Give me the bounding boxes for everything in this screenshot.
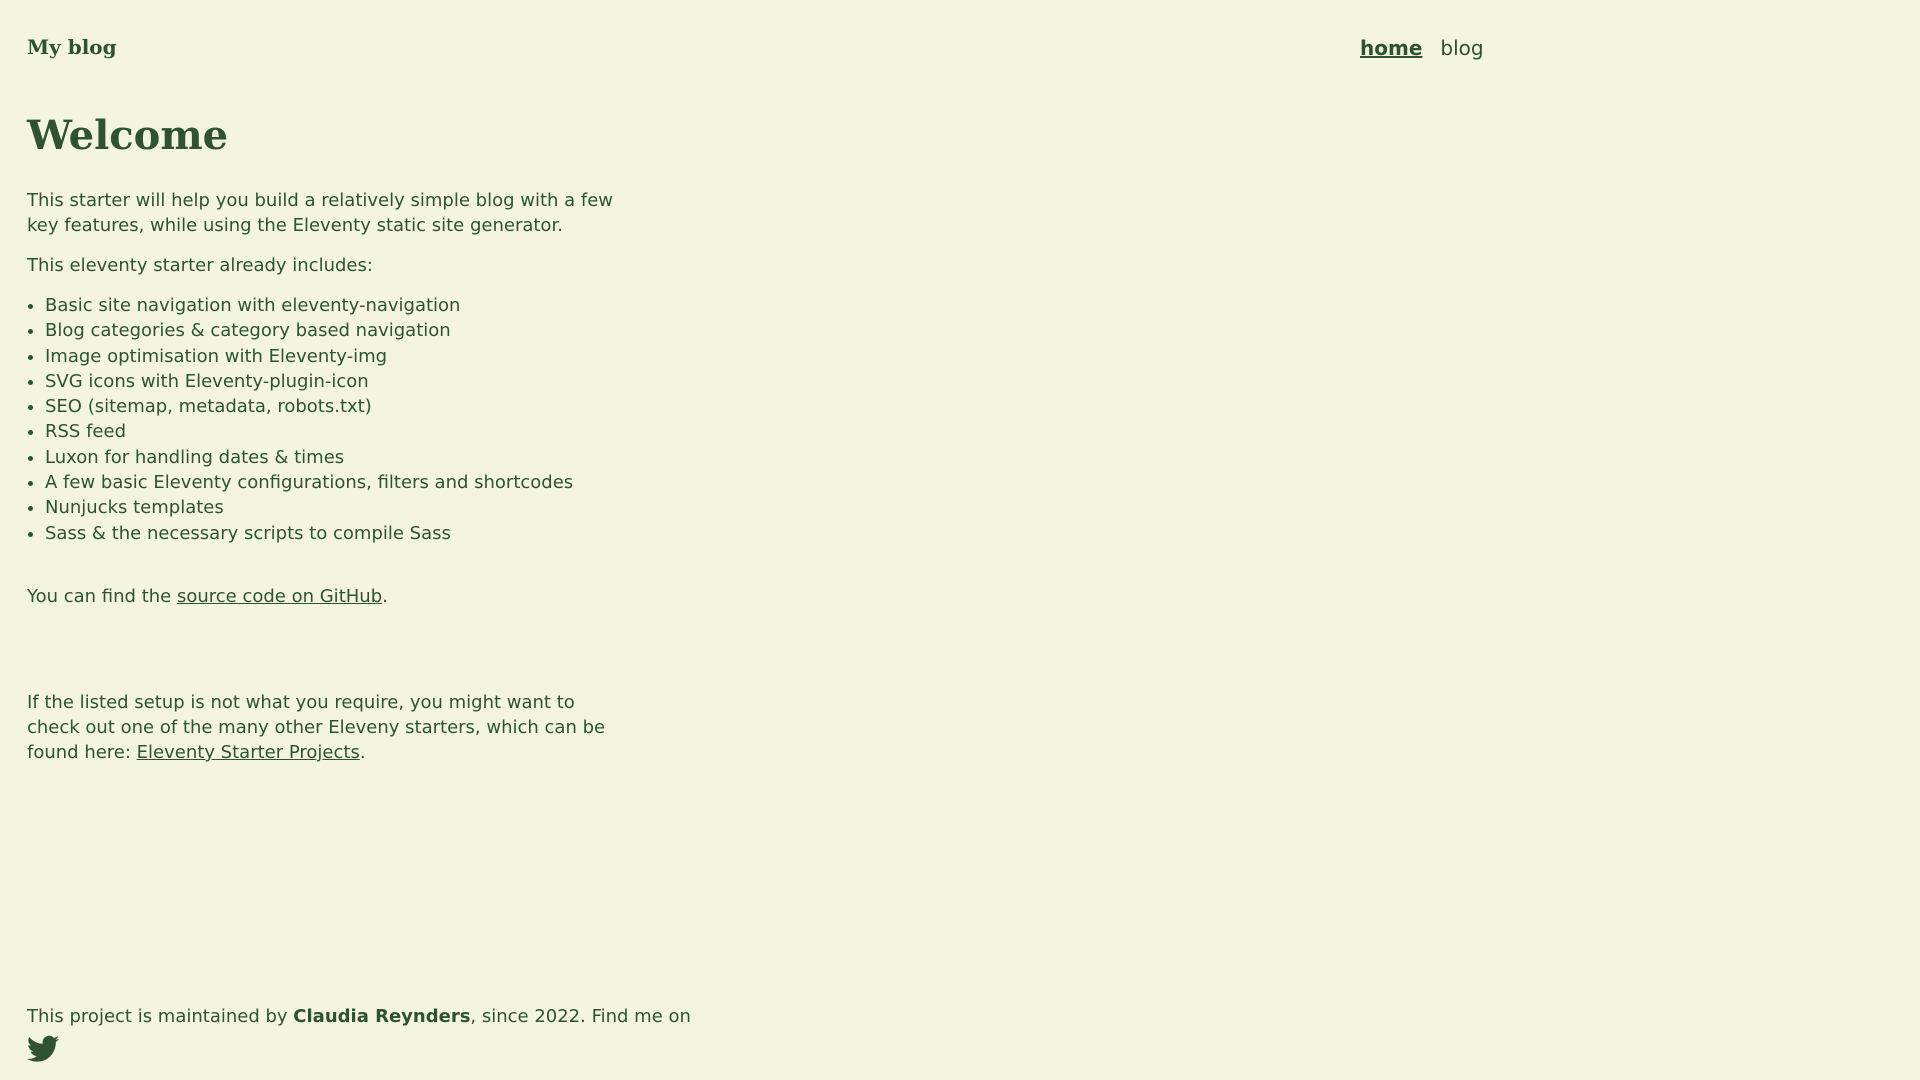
feature-item: Image optimisation with Eleventy-img <box>45 344 627 369</box>
feature-item: Sass & the necessary scripts to compile … <box>45 521 627 546</box>
feature-item: RSS feed <box>45 419 627 444</box>
source-suffix: . <box>382 585 388 607</box>
feature-list: Basic site navigation with eleventy-navi… <box>27 293 627 546</box>
footer-text: This project is maintained by Claudia Re… <box>27 1004 691 1029</box>
footer-suffix: , since 2022. Find me on <box>470 1006 691 1027</box>
other-starters-suffix: . <box>359 741 366 763</box>
site-title[interactable]: My blog <box>27 35 117 59</box>
feature-item: Basic site navigation with eleventy-navi… <box>45 293 627 318</box>
nav-blog-link[interactable]: blog <box>1440 36 1483 60</box>
main-nav: home blog <box>1360 36 1484 60</box>
footer-prefix: This project is maintained by <box>27 1006 294 1027</box>
other-starters-paragraph: If the listed setup is not what you requ… <box>27 690 627 765</box>
page-title: Welcome <box>27 112 229 159</box>
feature-item: SVG icons with Eleventy-plugin-icon <box>45 369 627 394</box>
page: My blog home blog Welcome This starter w… <box>0 0 1920 1080</box>
nav-home-link[interactable]: home <box>1360 36 1422 60</box>
site-footer: This project is maintained by Claudia Re… <box>27 1004 691 1063</box>
feature-item: Blog categories & category based navigat… <box>45 318 627 343</box>
feature-item: Nunjucks templates <box>45 495 627 520</box>
feature-item: A few basic Eleventy configurations, fil… <box>45 470 627 495</box>
feature-item: Luxon for handling dates & times <box>45 445 627 470</box>
feature-item: SEO (sitemap, metadata, robots.txt) <box>45 394 627 419</box>
intro-paragraph: This starter will help you build a relat… <box>27 190 614 236</box>
source-paragraph: You can find the source code on GitHub. <box>27 584 627 609</box>
source-prefix: You can find the <box>27 585 177 607</box>
main-content: Welcome This starter will help you build… <box>27 110 627 780</box>
github-source-link[interactable]: source code on GitHub <box>177 586 382 607</box>
twitter-icon[interactable] <box>27 1035 59 1063</box>
includes-heading: This eleventy starter already includes: <box>27 255 373 276</box>
footer-author: Claudia Reynders <box>293 1006 471 1027</box>
starter-projects-link[interactable]: Eleventy Starter Projects <box>137 742 360 763</box>
